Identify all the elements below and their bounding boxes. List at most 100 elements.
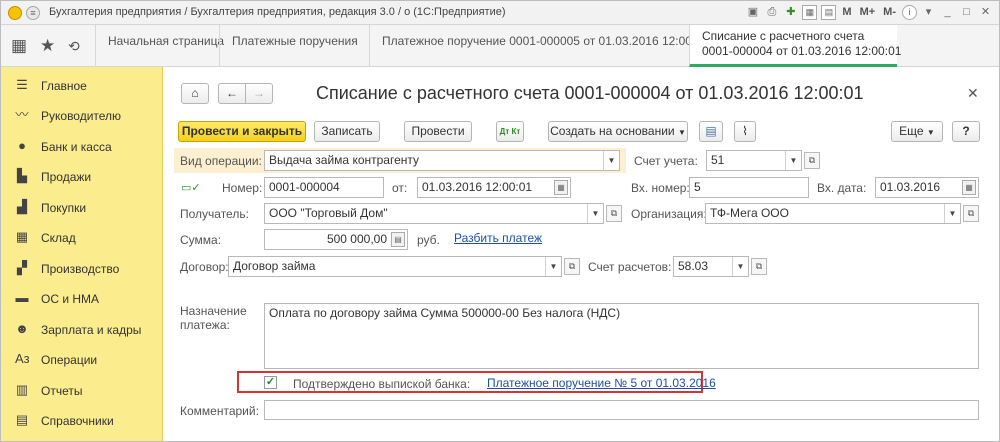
book-icon: ▤ xyxy=(15,412,29,427)
chevron-down-icon[interactable]: ▼ xyxy=(944,204,960,223)
sidebar-item-label: Склад xyxy=(41,231,76,245)
sidebar-item-bank[interactable]: ● Банк и касса xyxy=(1,132,163,162)
chevron-down-icon[interactable]: ▼ xyxy=(587,204,603,223)
print-doc-button[interactable]: ▤ xyxy=(699,121,723,142)
chevron-down-icon[interactable]: ▼ xyxy=(545,257,561,276)
currency-label: руб. xyxy=(417,233,440,247)
tab-payment-order-5[interactable]: Платежное поручение 0001-000005 от 01.03… xyxy=(369,25,709,67)
star-icon[interactable]: ★ xyxy=(40,36,55,56)
recipient-label: Получатель: xyxy=(180,207,249,221)
purpose-label-line2: платежа: xyxy=(180,318,230,332)
contract-value: Договор займа xyxy=(233,259,316,273)
chevron-down-icon[interactable]: ▼ xyxy=(732,257,748,276)
home-button[interactable]: ⌂ xyxy=(181,83,209,104)
chevron-down-icon[interactable]: ▾ xyxy=(921,5,936,20)
maximize-icon[interactable]: □ xyxy=(959,5,974,20)
info-button[interactable]: i xyxy=(902,5,917,20)
main-menu-icon[interactable]: ≡ xyxy=(26,6,40,20)
tab-write-off-line2: 0001-000004 от 01.03.2016 12:00:01 xyxy=(702,44,902,58)
forward-button[interactable]: → xyxy=(245,83,273,104)
number-field[interactable]: 0001-000004 xyxy=(264,177,384,198)
settle-account-field[interactable]: 58.03 ▼ xyxy=(673,256,749,277)
calendar-icon[interactable]: ▦ xyxy=(802,5,818,20)
open-recipient-icon[interactable]: ⧉ xyxy=(606,205,622,222)
tab-write-off[interactable]: Списание с расчетного счета 0001-000004 … xyxy=(689,25,902,67)
chevron-down-icon[interactable]: ▼ xyxy=(603,151,619,170)
chart-icon: 〰 xyxy=(15,107,29,122)
number-label: Номер: xyxy=(222,181,263,195)
posted-status-icon: ▭✓ xyxy=(181,182,201,194)
sum-field[interactable]: 500 000,00 ▤ xyxy=(264,229,408,250)
operation-label: Вид операции: xyxy=(180,154,262,168)
apps-grid-icon[interactable]: ▦ xyxy=(11,36,27,56)
sidebar-item-assets[interactable]: ▬ ОС и НМА xyxy=(1,284,163,314)
calc-icon[interactable]: ▤ xyxy=(821,5,837,20)
favorite-icon[interactable]: ✚ xyxy=(783,5,798,20)
in-number-field[interactable]: 5 xyxy=(689,177,809,198)
contract-field[interactable]: Договор займа ▼ xyxy=(228,256,562,277)
in-date-field[interactable]: 01.03.2016 ▦ xyxy=(875,177,979,198)
calendar-icon[interactable]: ▦ xyxy=(962,180,976,195)
m-minus-button[interactable]: M- xyxy=(881,5,898,20)
back-button[interactable]: ← xyxy=(218,83,246,104)
attach-button[interactable]: ⌇ xyxy=(734,121,756,142)
sidebar-item-operations[interactable]: Аз Операции xyxy=(1,345,163,375)
open-account-icon[interactable]: ⧉ xyxy=(804,152,820,169)
org-field[interactable]: ТФ-Мега ООО ▼ xyxy=(705,203,961,224)
basket-icon: ▟ xyxy=(17,199,27,214)
operation-select[interactable]: Выдача займа контрагенту ▼ xyxy=(264,150,620,171)
org-label: Организация: xyxy=(631,207,707,221)
sidebar-item-label: Производство xyxy=(41,262,120,276)
calculator-icon[interactable]: ▤ xyxy=(391,232,405,247)
save-icon[interactable]: ▣ xyxy=(745,5,760,20)
comment-label: Комментарий: xyxy=(180,404,259,418)
save-button[interactable]: Записать xyxy=(314,121,380,142)
create-based-button[interactable]: Создать на основании ▼ xyxy=(548,121,688,142)
open-settle-account-icon[interactable]: ⧉ xyxy=(751,258,767,275)
sidebar-item-catalogs[interactable]: ▤ Справочники xyxy=(1,406,163,436)
account-field[interactable]: 51 ▼ xyxy=(706,150,802,171)
open-org-icon[interactable]: ⧉ xyxy=(963,205,979,222)
tab-payment-orders[interactable]: Платежные поручения xyxy=(219,25,369,67)
checkmark-icon: ✓ xyxy=(265,376,276,388)
history-icon[interactable]: ⟲ xyxy=(68,38,80,55)
post-button[interactable]: Провести xyxy=(404,121,472,142)
help-button[interactable]: ? xyxy=(952,121,980,142)
confirmed-checkbox[interactable]: ✓ xyxy=(264,376,277,389)
more-button[interactable]: Еще ▼ xyxy=(891,121,943,142)
more-label: Еще xyxy=(899,124,924,138)
calendar-icon[interactable]: ▦ xyxy=(554,180,568,195)
payment-order-link[interactable]: Платежное поручение № 5 от 01.03.2016 xyxy=(487,376,716,390)
sidebar-item-sales[interactable]: ▙ Продажи xyxy=(1,162,163,192)
sidebar-item-warehouse[interactable]: ▦ Склад xyxy=(1,223,163,253)
coin-icon: ● xyxy=(18,138,26,153)
sidebar-item-main[interactable]: ☰ Главное xyxy=(1,71,163,101)
close-form-icon[interactable]: ✕ xyxy=(967,85,979,102)
sidebar-item-reports[interactable]: ▥ Отчеты xyxy=(1,376,163,406)
post-and-close-button[interactable]: Провести и закрыть xyxy=(178,121,306,142)
sidebar-item-salary[interactable]: ☻ Зарплата и кадры xyxy=(1,315,163,345)
purpose-textarea[interactable]: Оплата по договору займа Сумма 500000-00… xyxy=(264,303,979,369)
window-title: Бухгалтерия предприятия / Бухгалтерия пр… xyxy=(49,6,506,18)
split-payment-link[interactable]: Разбить платеж xyxy=(454,231,542,245)
app-logo-icon xyxy=(8,6,22,20)
sidebar-item-production[interactable]: ▞ Производство xyxy=(1,254,163,284)
tab-home[interactable]: Начальная страница xyxy=(95,25,224,67)
people-icon: ☻ xyxy=(15,321,29,336)
date-field[interactable]: 01.03.2016 12:00:01 ▦ xyxy=(417,177,571,198)
sidebar-item-purchases[interactable]: ▟ Покупки xyxy=(1,193,163,223)
sidebar-item-label: Справочники xyxy=(41,414,114,428)
m-button[interactable]: M xyxy=(840,5,853,20)
chevron-down-icon[interactable]: ▼ xyxy=(785,151,801,170)
close-icon[interactable]: ✕ xyxy=(978,5,993,20)
sidebar-item-manager[interactable]: 〰 Руководителю xyxy=(1,101,163,131)
recipient-field[interactable]: ООО "Торговый Дом" ▼ xyxy=(264,203,604,224)
print-icon[interactable]: ⎙ xyxy=(764,5,779,20)
dt-kt-button[interactable]: Дт Кт xyxy=(496,121,524,142)
confirmed-label: Подтверждено выпиской банка: xyxy=(293,377,471,391)
minimize-icon[interactable]: _ xyxy=(940,5,955,20)
open-contract-icon[interactable]: ⧉ xyxy=(564,258,580,275)
m-plus-button[interactable]: M+ xyxy=(858,5,878,20)
comment-field[interactable] xyxy=(264,400,979,420)
in-number-label: Вх. номер: xyxy=(631,181,690,195)
